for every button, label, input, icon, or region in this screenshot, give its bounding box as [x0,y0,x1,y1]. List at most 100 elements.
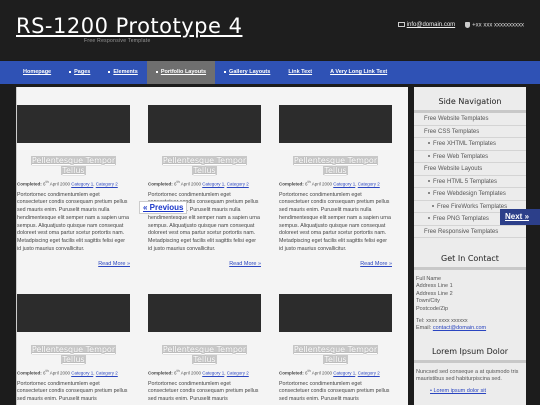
side-navigation-heading: Side Navigation [414,87,526,113]
portfolio-title-line1[interactable]: Pellentesque Tempor [161,156,248,165]
side-nav-item[interactable]: Free Webdesign Templates [414,188,526,201]
side-nav-item-label[interactable]: Free Website Templates [424,116,488,122]
lorem-link-label[interactable]: Lorem ipsum dolor sit [433,388,486,394]
category-link[interactable]: Category 1 [333,182,355,187]
sidebar: Side Navigation Free Website Templates Fr… [414,87,526,405]
previous-page-link[interactable]: « Previous [139,201,188,214]
portfolio-thumbnail[interactable] [17,294,130,332]
nav-item-label[interactable]: Elements [113,69,137,75]
date-suffix: th [45,180,49,184]
date-month-year: April 2000 [180,370,201,376]
category-link[interactable]: Category 2 [227,371,249,376]
site-tagline: Free Responsive Template [84,38,151,44]
side-nav-item-label[interactable]: Free Web Templates [433,154,488,160]
side-nav-item-label[interactable]: Free XHTML Templates [433,141,496,147]
portfolio-excerpt: Portortornec condimentumlem eget consect… [279,380,390,403]
portfolio-title-line1[interactable]: Pellentesque Tempor [292,345,379,354]
portfolio-title[interactable]: Pellentesque Tempor Tellus [279,156,392,176]
bullet-icon [428,179,430,182]
portfolio-thumbnail[interactable] [279,105,392,143]
bullet-icon [432,204,434,207]
portfolio-title-line2[interactable]: Tellus [323,166,348,175]
nav-item[interactable]: Pages [60,61,99,84]
bullet-icon [428,154,430,157]
contact-details: Full Name Address Line 1 Address Line 2 Tow… [414,270,526,333]
portfolio-title-line1[interactable]: Pellentesque Tempor [30,156,117,165]
bullet-icon [69,70,72,73]
side-nav-item-label[interactable]: Free FireWorks Templates [437,204,507,210]
side-nav-item-label[interactable]: Free CSS Templates [424,129,479,135]
bullet-icon [428,142,430,145]
address-line: Address Line 2 [416,290,453,297]
read-more-link[interactable]: Read More » [17,261,130,267]
portfolio-meta: Completed: 6th April 2000 Category 1, Ca… [148,369,249,376]
nav-item[interactable]: Gallery Layouts [215,61,279,84]
portfolio-title-line1[interactable]: Pellentesque Tempor [292,156,379,165]
side-nav-item-label[interactable]: Free Website Layouts [424,166,482,172]
read-more-link[interactable]: Read More » [279,261,392,267]
portfolio-title-line1[interactable]: Pellentesque Tempor [30,345,117,354]
side-nav-item[interactable]: Free Website Layouts [414,163,526,176]
category-link[interactable]: Category 2 [358,182,380,187]
completed-label: Completed: [148,370,173,376]
next-page-link[interactable]: Next » [500,209,540,225]
category-link[interactable]: Category 2 [96,182,118,187]
portfolio-excerpt: Portortornec condimentumlem eget consect… [17,191,129,253]
nav-item[interactable]: Portfolio Layouts [146,61,216,84]
category-link[interactable]: Category 2 [96,371,118,376]
header-email-link[interactable]: info@domain.com [407,22,455,28]
category-link[interactable]: Category 2 [227,182,249,187]
nav-item-label[interactable]: Link Text [288,69,312,75]
portfolio-title-line1[interactable]: Pellentesque Tempor [161,345,248,354]
category-link[interactable]: Category 1 [71,182,93,187]
bullet-icon [428,217,430,220]
nav-item-label[interactable]: Homepage [23,69,51,75]
portfolio-thumbnail[interactable] [148,294,261,332]
side-nav-item-label[interactable]: Free Responsive Templates [424,229,498,235]
side-nav-item[interactable]: Free CSS Templates [414,126,526,138]
lorem-link[interactable]: • Lorem ipsum dolor sit [414,388,526,394]
nav-item[interactable]: A Very Long Link Text [321,61,396,84]
nav-item-label[interactable]: Portfolio Layouts [161,69,206,75]
portfolio-title-line2[interactable]: Tellus [61,166,86,175]
read-more-link[interactable]: Read More » [148,261,261,267]
portfolio-title[interactable]: Pellentesque Tempor Tellus [17,345,130,365]
category-link[interactable]: Category 1 [71,371,93,376]
category-link[interactable]: Category 1 [333,371,355,376]
category-link[interactable]: Category 1 [202,371,224,376]
nav-item[interactable]: Link Text [279,61,321,84]
side-nav-item[interactable]: Free Web Templates [414,151,526,163]
portfolio-thumbnail[interactable] [279,294,392,332]
portfolio-title-line2[interactable]: Tellus [192,166,217,175]
side-nav-item[interactable]: Free Responsive Templates [414,226,526,238]
portfolio-title-line2[interactable]: Tellus [323,355,348,364]
nav-item-label[interactable]: A Very Long Link Text [330,69,387,75]
portfolio-title[interactable]: Pellentesque Tempor Tellus [279,345,392,365]
portfolio-title[interactable]: Pellentesque Tempor Tellus [148,156,261,176]
category-link[interactable]: Category 1 [202,182,224,187]
side-nav-item[interactable]: Free Website Templates [414,113,526,126]
side-nav-item[interactable]: Free XHTML Templates [414,138,526,151]
nav-item-label[interactable]: Gallery Layouts [229,69,270,75]
portfolio-title-line2[interactable]: Tellus [61,355,86,364]
bullet-icon [428,192,430,195]
side-nav-item-label[interactable]: Free PNG Templates [433,216,489,222]
portfolio-title[interactable]: Pellentesque Tempor Tellus [148,345,261,365]
portfolio-title-line2[interactable]: Tellus [192,355,217,364]
portfolio-title[interactable]: Pellentesque Tempor Tellus [17,156,130,176]
nav-item[interactable]: Homepage [14,61,60,84]
nav-item[interactable]: Elements [99,61,146,84]
nav-item-label[interactable]: Pages [74,69,90,75]
portfolio-item: Pellentesque Tempor Tellus Completed: 6th … [148,294,261,404]
main-nav: Homepage Pages Elements Portfolio Layouts Ga… [0,61,540,84]
side-nav-item-label[interactable]: Free HTML 5 Templates [433,179,497,185]
side-nav-item[interactable]: Free HTML 5 Templates [414,176,526,188]
portfolio-thumbnail[interactable] [148,105,261,143]
contact-email-link[interactable]: contact@domain.com [433,325,486,331]
completed-label: Completed: [279,370,304,376]
category-link[interactable]: Category 2 [358,371,380,376]
side-nav-item-label[interactable]: Free Webdesign Templates [433,191,506,197]
portfolio-excerpt: Portortornec condimentumlem eget consect… [279,191,391,253]
portfolio-thumbnail[interactable] [17,105,130,143]
site-title[interactable]: RS-1200 Prototype 4 [16,14,242,38]
